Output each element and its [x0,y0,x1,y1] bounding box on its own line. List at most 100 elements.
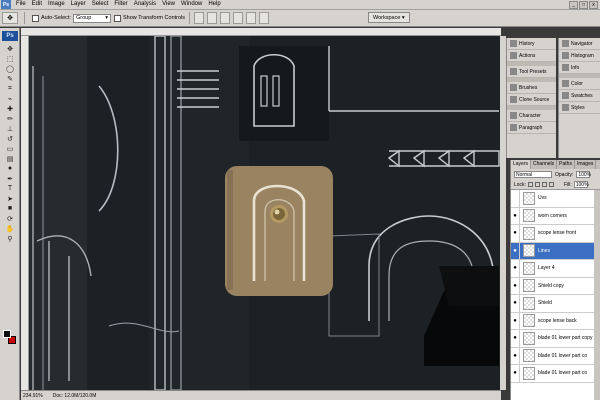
eyedropper-tool-icon[interactable]: ⌁ [2,94,18,103]
menu-edit[interactable]: Edit [29,0,45,9]
ps-badge: Ps [2,31,18,41]
lock-transparency-icon[interactable] [527,182,533,187]
auto-select-dropdown[interactable]: Group ▾ [72,13,111,23]
show-transform-checkbox[interactable] [113,14,121,22]
menu-window[interactable]: Window [178,0,205,9]
type-tool-icon[interactable]: T [2,184,18,193]
eye-icon[interactable]: ● [511,312,520,329]
align-right-button[interactable] [259,12,270,24]
quick-select-tool-icon[interactable]: ✎ [2,74,18,83]
menu-image[interactable]: Image [45,0,68,9]
horizontal-ruler[interactable] [21,28,501,36]
align-left-button[interactable] [233,12,244,24]
panel-label: Info [571,64,580,71]
lock-all-icon[interactable] [548,182,554,187]
eye-icon[interactable]: ● [511,225,520,242]
lasso-tool-icon[interactable]: ◯ [2,64,18,73]
maximize-button[interactable]: □ [579,1,588,9]
3d-rotate-tool-icon[interactable]: ⟳ [2,214,18,223]
gradient-tool-icon[interactable]: ▤ [2,154,18,163]
auto-select-checkbox[interactable] [32,14,39,22]
eye-icon[interactable]: ● [511,347,520,364]
eye-icon[interactable]: ● [511,277,520,294]
move-tool-preset-button[interactable]: ✥ [2,12,18,24]
lock-position-icon[interactable] [541,182,547,187]
layer-row[interactable]: ● Shield copy [511,277,594,295]
layer-row[interactable]: ● Shield [511,295,594,313]
marquee-tool-icon[interactable]: ⬚ [2,54,18,63]
eye-icon[interactable]: ● [511,365,520,382]
blend-mode-select[interactable]: Normal [514,171,552,178]
panel-styles-button[interactable]: Styles [559,102,600,114]
panel-history-button[interactable]: History [507,38,556,50]
tab-layers[interactable]: Layers [511,160,532,169]
layer-row[interactable]: ● blade 01 lower part co [511,365,594,383]
close-button[interactable]: x [589,1,598,9]
align-bottom-button[interactable] [220,12,231,24]
visibility-toggle[interactable] [511,190,520,207]
menu-file[interactable]: File [13,0,29,9]
menu-help[interactable]: Help [205,0,223,9]
align-center-button[interactable] [246,12,257,24]
healing-tool-icon[interactable]: ✚ [2,104,18,113]
panel-navigator-button[interactable]: Navigator [559,38,600,50]
layer-row-selected[interactable]: ● Lines [511,242,594,260]
dodge-tool-icon[interactable]: ● [2,164,18,173]
hand-tool-icon[interactable]: ✋ [2,224,18,233]
panel-paragraph-button[interactable]: Paragraph [507,122,556,134]
align-top-button[interactable] [194,12,205,24]
path-select-tool-icon[interactable]: ➤ [2,194,18,203]
zoom-level[interactable]: 234.91% [23,393,43,399]
panel-label: Tool Presets [519,68,547,75]
panel-histogram-button[interactable]: Histogram [559,50,600,62]
menu-layer[interactable]: Layer [68,0,89,9]
eye-icon[interactable]: ● [511,295,520,312]
lock-pixels-icon[interactable] [534,182,540,187]
eye-icon[interactable]: ● [511,207,520,224]
layer-row[interactable]: ● scope lense front [511,225,594,243]
panel-label: Clone Source [519,96,550,103]
pen-tool-icon[interactable]: ✒ [2,174,18,183]
panel-actions-button[interactable]: Actions [507,50,556,62]
panel-character-button[interactable]: Character [507,110,556,122]
layer-row[interactable]: ● scope lense back [511,312,594,330]
menu-filter[interactable]: Filter [111,0,130,9]
menu-analysis[interactable]: Analysis [131,0,159,9]
clone-stamp-tool-icon[interactable]: ⊥ [2,124,18,133]
zoom-tool-icon[interactable]: ⚲ [2,234,18,243]
panel-clone-source-button[interactable]: Clone Source [507,94,556,106]
layer-row[interactable]: ● Layer 4 [511,260,594,278]
eye-icon[interactable]: ● [511,242,520,259]
panel-brushes-button[interactable]: Brushes [507,82,556,94]
panel-tool-presets-button[interactable]: Tool Presets [507,66,556,78]
tab-paths[interactable]: Paths [557,160,575,169]
brush-tool-icon[interactable]: ✏ [2,114,18,123]
image-canvas[interactable] [29,35,501,390]
eye-icon[interactable]: ● [511,260,520,277]
eye-icon[interactable]: ● [511,330,520,347]
layer-row[interactable]: ● blade 01 lower part co [511,347,594,365]
layer-row[interactable]: Uvs [511,190,594,208]
layer-row[interactable]: ● blade 01 lower part copy [511,330,594,348]
crop-tool-icon[interactable]: ⌗ [2,84,18,93]
panel-info-button[interactable]: Info [559,62,600,74]
workspace-dropdown[interactable]: Workspace ▾ [368,12,410,23]
history-brush-tool-icon[interactable]: ↺ [2,134,18,143]
foreground-color-swatch[interactable] [3,330,11,338]
layers-scrollbar[interactable] [594,190,600,400]
fill-input[interactable]: 100% [573,181,589,188]
minimize-button[interactable]: _ [569,1,578,9]
panel-color-button[interactable]: Color [559,78,600,90]
opacity-input[interactable]: 100% [576,171,591,178]
menu-select[interactable]: Select [89,0,112,9]
align-middle-button[interactable] [207,12,218,24]
panel-swatches-button[interactable]: Swatches [559,90,600,102]
shape-tool-icon[interactable]: ■ [2,204,18,213]
menu-view[interactable]: View [159,0,178,9]
eraser-tool-icon[interactable]: ▭ [2,144,18,153]
vertical-ruler[interactable] [21,36,29,390]
move-tool-icon[interactable]: ✥ [2,44,18,53]
tab-images[interactable]: Images [575,160,597,169]
tab-channels[interactable]: Channels [531,160,558,169]
layer-row[interactable]: ● worn corners [511,207,594,225]
